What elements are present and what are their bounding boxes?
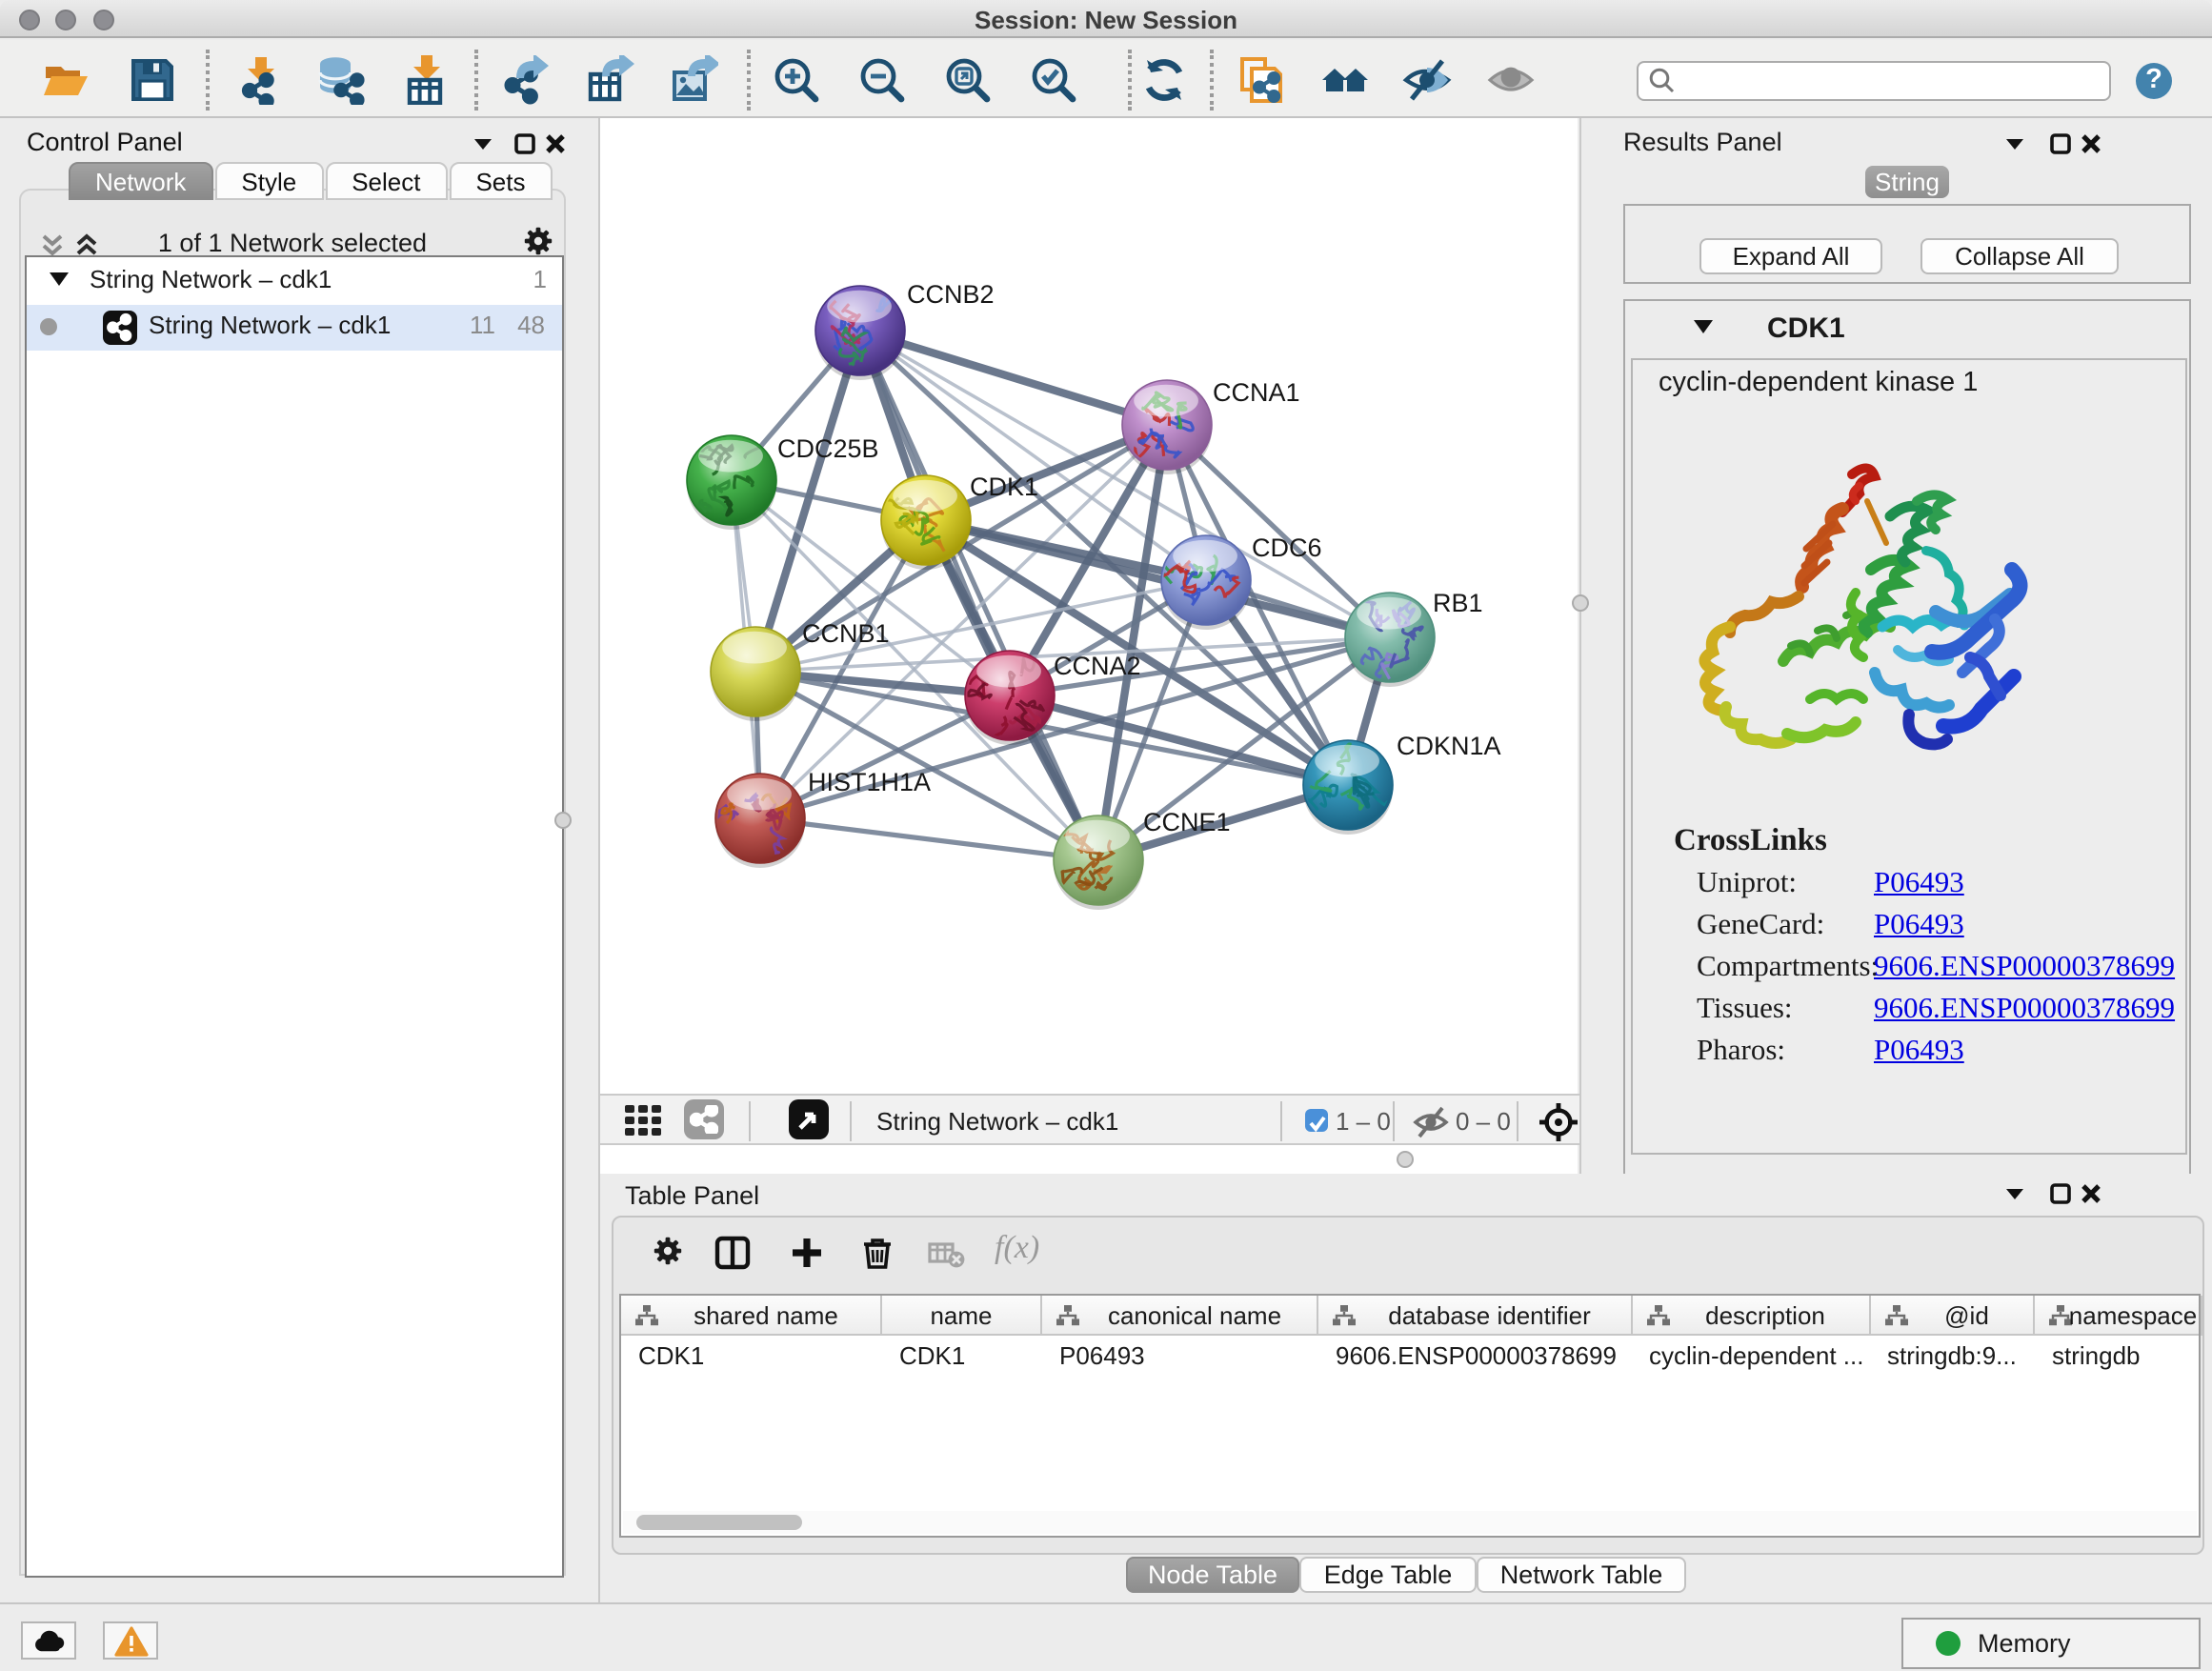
svg-text:CCNA1: CCNA1: [1213, 378, 1300, 407]
svg-text:CDKN1A: CDKN1A: [1397, 732, 1501, 760]
svg-text:CCNE1: CCNE1: [1143, 808, 1231, 836]
svg-text:CDC25B: CDC25B: [777, 434, 879, 463]
svg-text:CCNB2: CCNB2: [907, 280, 995, 309]
svg-text:RB1: RB1: [1433, 589, 1483, 617]
svg-text:CCNA2: CCNA2: [1054, 652, 1141, 680]
svg-text:CCNB1: CCNB1: [802, 619, 890, 648]
svg-text:CDK1: CDK1: [970, 473, 1038, 501]
svg-text:CDC6: CDC6: [1252, 534, 1322, 562]
svg-text:HIST1H1A: HIST1H1A: [808, 768, 931, 796]
